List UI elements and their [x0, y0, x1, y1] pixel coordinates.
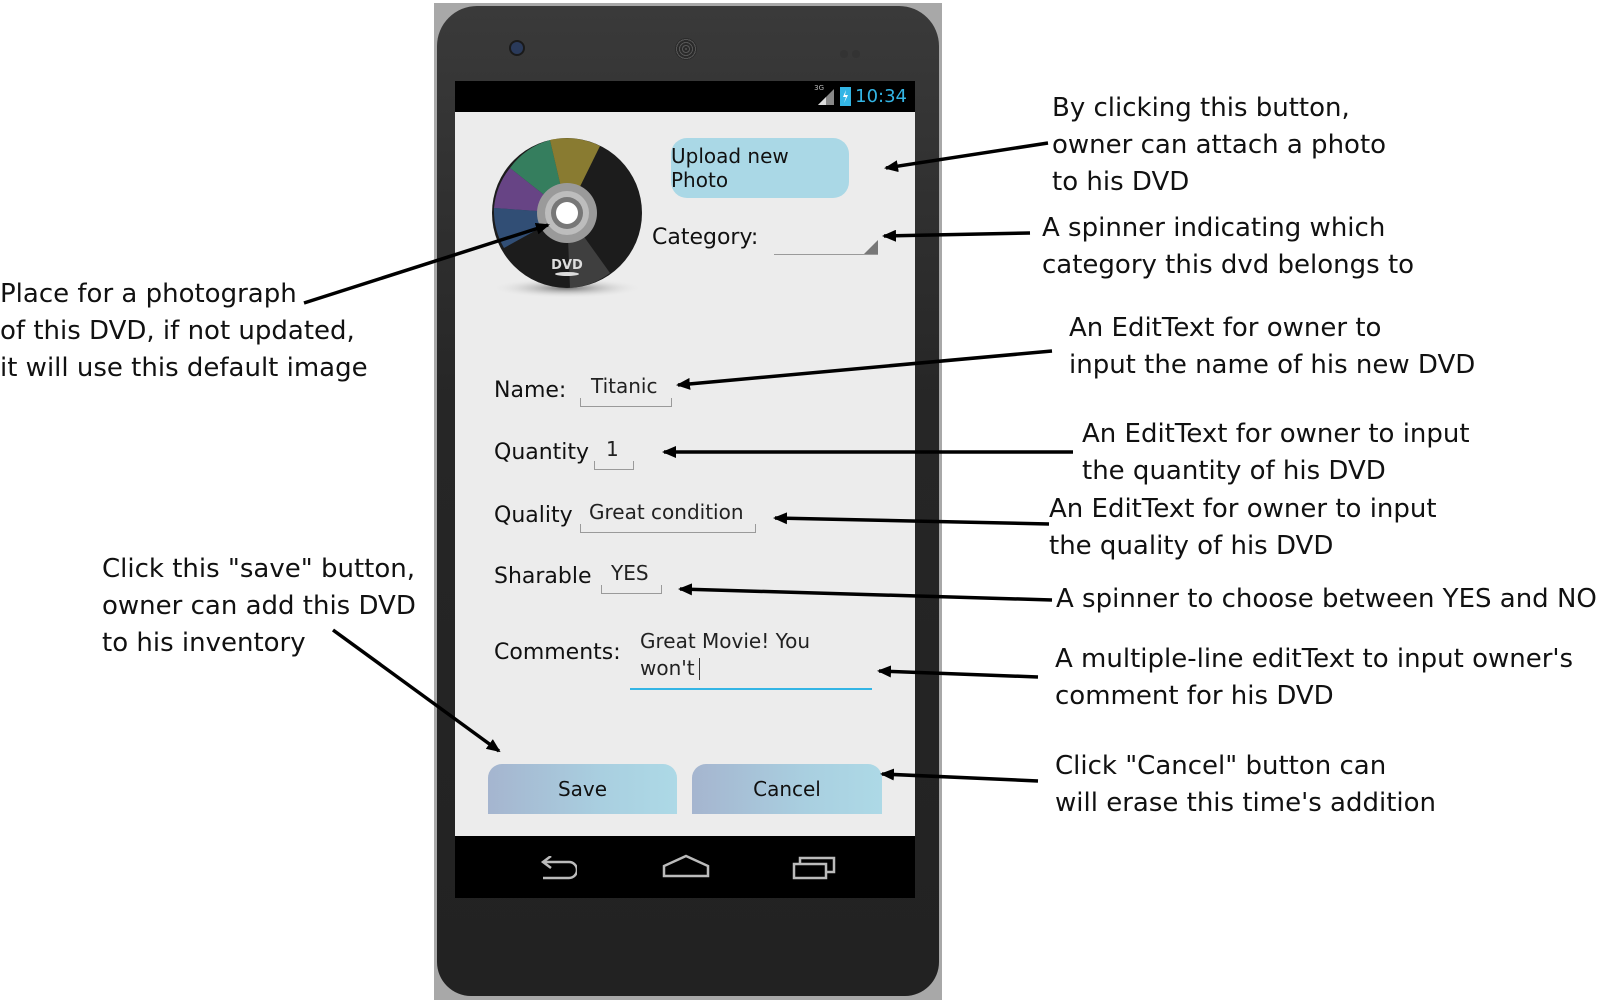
save-button[interactable]: Save — [488, 764, 677, 814]
annotation-quality: An EditText for owner to input the qualit… — [1049, 494, 1437, 561]
quality-input[interactable]: Great condition — [580, 500, 756, 533]
comments-line1: Great Movie! You — [640, 629, 811, 653]
dvd-logo-text: DVD — [551, 258, 583, 273]
annotation-category: A spinner indicating which category this … — [1042, 213, 1415, 280]
speaker-grille-icon — [675, 38, 697, 60]
nav-bar — [455, 836, 915, 898]
sharable-value: YES — [611, 561, 649, 585]
annotation-save: Click this "save" button, owner can add t… — [102, 554, 416, 658]
upload-photo-button[interactable]: Upload new Photo — [671, 138, 849, 198]
comments-line2: won't — [640, 656, 695, 680]
name-input[interactable]: Titanic — [580, 374, 672, 407]
name-value: Titanic — [591, 374, 658, 398]
quantity-input[interactable]: 1 — [594, 437, 634, 470]
sharable-label: Sharable — [494, 564, 592, 589]
category-spinner[interactable] — [774, 236, 878, 255]
front-camera-icon — [511, 42, 523, 54]
quality-label: Quality — [494, 503, 573, 528]
annotation-name: An EditText for owner to input the name o… — [1069, 313, 1476, 380]
battery-icon — [840, 86, 852, 106]
status-bar: 3G 10:34 — [455, 81, 915, 112]
comments-input[interactable]: Great Movie! You won't — [630, 628, 872, 690]
annotation-upload: By clicking this button, owner can attach… — [1052, 93, 1387, 197]
name-label: Name: — [494, 378, 567, 403]
quantity-value: 1 — [606, 437, 619, 461]
category-label: Category: — [652, 225, 759, 250]
signal-icon: 3G — [814, 84, 836, 106]
network-type-label: 3G — [814, 84, 825, 92]
annotation-comments: A multiple-line editText to input owner'… — [1055, 644, 1574, 711]
annotation-quantity: An EditText for owner to input the quanti… — [1082, 419, 1470, 486]
quality-value: Great condition — [589, 500, 744, 524]
status-time: 10:34 — [855, 85, 907, 107]
home-icon[interactable] — [662, 854, 710, 880]
text-cursor — [698, 657, 700, 680]
proximity-sensors — [840, 43, 864, 58]
cancel-button[interactable]: Cancel — [692, 764, 882, 814]
dvd-photo-image[interactable]: DVD — [490, 138, 644, 300]
back-icon[interactable] — [531, 856, 577, 882]
recent-apps-icon[interactable] — [792, 854, 838, 880]
spinner-arrow-icon — [864, 240, 878, 254]
annotation-photo: Place for a photograph of this DVD, if no… — [0, 279, 368, 383]
annotation-cancel: Click "Cancel" button can will erase this… — [1055, 751, 1436, 818]
sharable-spinner[interactable]: YES — [601, 561, 662, 594]
quantity-label: Quantity — [494, 440, 590, 465]
annotation-sharable: A spinner to choose between YES and NO — [1056, 584, 1597, 614]
comments-label: Comments: — [494, 640, 621, 665]
